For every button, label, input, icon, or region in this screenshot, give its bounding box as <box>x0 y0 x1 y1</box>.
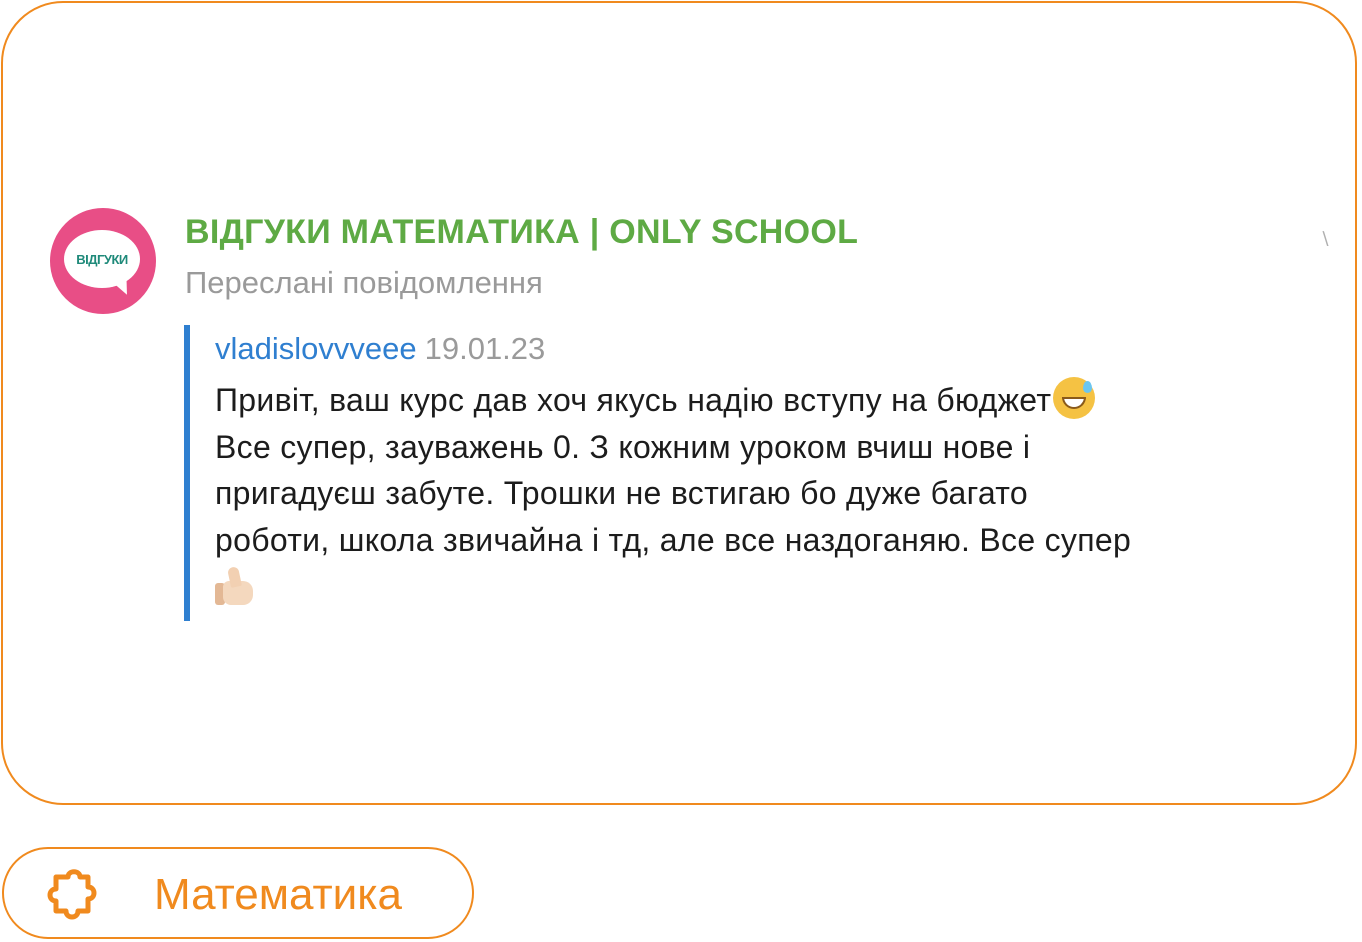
review-card: ВІДГУКИ ВІДГУКИ МАТЕМАТИКА | ONLY SCHOOL… <box>1 1 1357 805</box>
avatar-speech-bubble: ВІДГУКИ <box>64 230 140 288</box>
forwarded-messages-label: Переслані повідомлення <box>185 265 543 300</box>
message-date: 19.01.23 <box>424 331 546 366</box>
message-line <box>215 563 1345 610</box>
author-name[interactable]: vladislovvveee <box>215 331 417 366</box>
message-line: роботи, школа звичайна і тд, але все наз… <box>215 521 1132 558</box>
message-line: Привіт, ваш курс дав хоч якусь надію вст… <box>215 377 1345 424</box>
quote-header: vladislovvveee 19.01.23 <box>215 331 545 367</box>
avatar-bubble-tail <box>111 275 133 299</box>
grinning-sweat-emoji-icon <box>1053 377 1096 419</box>
corner-marker-icon: ∖ <box>1319 229 1331 249</box>
message-line-text: Привіт, ваш курс дав хоч якусь надію вст… <box>215 382 1052 418</box>
subject-tag-label: Математика <box>154 870 402 919</box>
message-text: Привіт, ваш курс дав хоч якусь надію вст… <box>215 377 1345 610</box>
channel-title[interactable]: ВІДГУКИ МАТЕМАТИКА | ONLY SCHOOL <box>185 213 858 252</box>
message-line: Все супер, зауважень 0. З кожним уроком … <box>215 428 1031 465</box>
message-line: пригадуєш забуте. Трошки не встигаю бо д… <box>215 475 1028 511</box>
avatar-logo-text: ВІДГУКИ <box>76 251 128 267</box>
thumbs-up-emoji-icon <box>215 566 261 607</box>
quote-bar <box>184 325 190 621</box>
puzzle-icon <box>47 869 97 920</box>
channel-avatar[interactable]: ВІДГУКИ <box>50 208 156 314</box>
subject-tag[interactable]: Математика <box>2 847 474 939</box>
